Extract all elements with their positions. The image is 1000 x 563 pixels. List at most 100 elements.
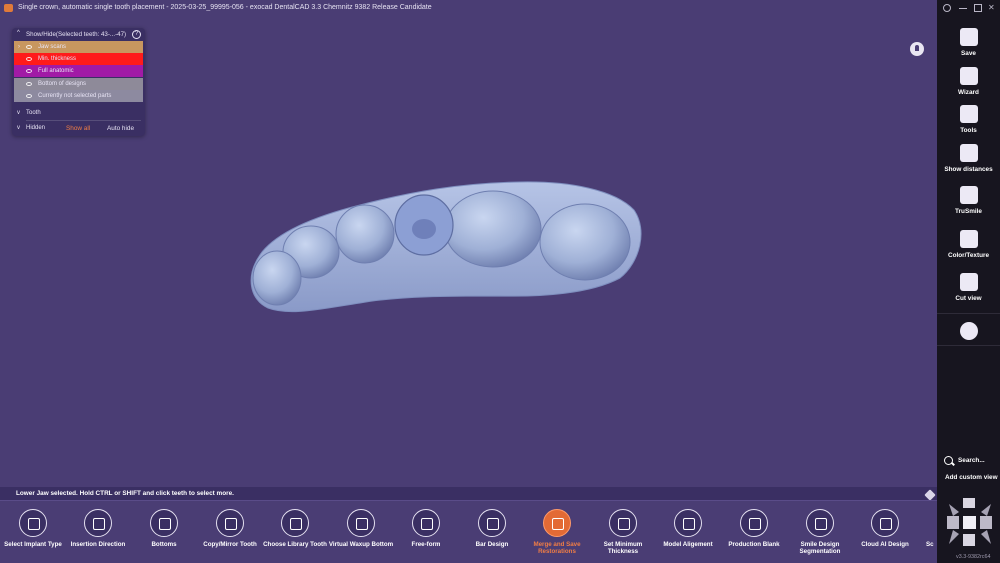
tools-icon (960, 105, 978, 123)
tooth-42[interactable] (252, 250, 302, 306)
trusmile-button[interactable]: TruSmile (937, 186, 1000, 224)
freeform-icon (412, 509, 440, 537)
search-icon[interactable] (944, 456, 953, 465)
layer-label: Currently not selected parts (38, 93, 112, 99)
layer-label: Bottom of designs (38, 81, 87, 87)
eye-icon[interactable] (26, 82, 32, 86)
color-texture-icon (960, 230, 978, 248)
bottom-toolbar: Select Implant Type Insertion Direction … (0, 500, 937, 563)
window-title: Single crown, automatic single tooth pla… (18, 4, 432, 11)
merge-icon (543, 509, 571, 537)
tool-cloud-ai-design[interactable]: Cloud AI Design (852, 507, 918, 563)
divider (937, 313, 1000, 314)
wizard-button[interactable]: Wizard (937, 67, 1000, 105)
tool-label: Copy/Mirror Tooth (203, 541, 257, 548)
view-cube-bottom[interactable] (963, 534, 975, 546)
layer-not-selected-parts[interactable]: Currently not selected parts (14, 90, 143, 102)
distances-icon (960, 144, 978, 162)
view-cube-front[interactable] (963, 516, 976, 529)
blank-icon (740, 509, 768, 537)
save-button[interactable]: Save (937, 28, 1000, 66)
cut-view-button[interactable]: Cut view (937, 273, 1000, 311)
tool-virtual-waxup-bottom[interactable]: Virtual Waxup Bottom (328, 507, 394, 563)
view-cube-corner[interactable] (981, 504, 991, 516)
insertion-icon (84, 509, 112, 537)
show-distances-button[interactable]: Show distances (937, 144, 1000, 182)
status-bar: Lower Jaw selected. Hold CTRL or SHIFT a… (0, 487, 937, 500)
layer-jaw-scans[interactable]: › Jaw scans (14, 41, 143, 53)
tool-label: Bottoms (151, 541, 177, 548)
tool-label: Smile Design Segmentation (799, 541, 841, 555)
divider (26, 120, 141, 121)
tool-label: Production Blank (728, 541, 780, 548)
eye-icon[interactable] (26, 94, 32, 98)
view-cube-left[interactable] (947, 516, 959, 529)
title-bar: Single crown, automatic single tooth pla… (0, 0, 937, 16)
tool-label: Free-form (411, 541, 441, 548)
tooth-47[interactable] (539, 203, 631, 281)
layer-full-anatomic[interactable]: Full anatomic (14, 65, 143, 77)
view-cube-top[interactable] (963, 498, 975, 508)
help-icon[interactable]: ? (132, 30, 141, 39)
tool-free-form[interactable]: Free-form (393, 507, 459, 563)
tool-bottoms[interactable]: Bottoms (131, 507, 197, 563)
color-texture-button[interactable]: Color/Texture (937, 230, 1000, 268)
show-all-link[interactable]: Show all (66, 125, 90, 132)
tool-label: Bar Design (475, 541, 509, 548)
chevron-down-icon[interactable]: v (17, 110, 20, 116)
panel-header[interactable]: ^ Show/Hide(Selected teeth: 43-...-47) ? (12, 28, 145, 40)
add-custom-view-button[interactable]: Add custom view (945, 474, 998, 481)
tool-insertion-direction[interactable]: Insertion Direction (65, 507, 131, 563)
tooth-section-label[interactable]: Tooth (26, 110, 41, 116)
tool-label: Set Minimum Thickness (603, 541, 643, 555)
auto-hide-link[interactable]: Auto hide (107, 125, 134, 132)
close-icon[interactable]: ✕ (988, 4, 996, 12)
notification-bell-icon[interactable] (910, 42, 924, 56)
app-logo-icon (4, 4, 13, 12)
tool-partial-label[interactable]: Sc (926, 541, 934, 548)
minimize-icon[interactable] (959, 8, 967, 9)
tool-smile-design-segmentation[interactable]: Smile Design Segmentation (787, 507, 853, 563)
view-cube-corner[interactable] (981, 530, 991, 544)
status-message: Lower Jaw selected. Hold CTRL or SHIFT a… (16, 490, 234, 497)
tool-select-implant-type[interactable]: Select Implant Type (0, 507, 66, 563)
restore-icon[interactable] (974, 4, 982, 12)
library-icon (281, 509, 309, 537)
layer-bottom-of-designs[interactable]: Bottom of designs (14, 78, 143, 90)
view-cube-corner[interactable] (949, 504, 959, 516)
eye-icon[interactable] (26, 57, 32, 61)
tool-production-blank[interactable]: Production Blank (721, 507, 787, 563)
view-cube-right[interactable] (980, 516, 992, 529)
mirror-icon (216, 509, 244, 537)
tooth-46[interactable] (444, 190, 542, 268)
view-cube-icon[interactable] (943, 496, 997, 548)
tool-label: Cloud AI Design (861, 541, 909, 548)
tool-model-alignment[interactable]: Model Aligement (655, 507, 721, 563)
divider (937, 345, 1000, 346)
tool-set-minimum-thickness[interactable]: Set Minimum Thickness (590, 507, 656, 563)
chevron-down-icon[interactable]: v (17, 125, 20, 131)
view-cube-corner[interactable] (949, 530, 959, 544)
thickness-icon (609, 509, 637, 537)
search-button[interactable]: Search... (958, 457, 985, 464)
user-icon[interactable] (943, 4, 951, 12)
eye-icon[interactable] (26, 45, 32, 49)
wizard-icon (960, 67, 978, 85)
cloud-connection-button[interactable] (937, 322, 1000, 342)
eye-icon[interactable] (26, 69, 32, 73)
wizard-label: Wizard (958, 89, 979, 96)
chevron-right-icon[interactable]: › (18, 41, 20, 53)
smile-icon (806, 509, 834, 537)
tools-button[interactable]: Tools (937, 105, 1000, 143)
tooth-44[interactable] (335, 204, 395, 264)
save-label: Save (961, 50, 976, 57)
tool-copy-mirror-tooth[interactable]: Copy/Mirror Tooth (197, 507, 263, 563)
layer-min-thickness[interactable]: Min. thickness (14, 53, 143, 65)
tool-bar-design[interactable]: Bar Design (459, 507, 525, 563)
chevron-up-icon[interactable]: ^ (17, 30, 20, 36)
hidden-section-label[interactable]: Hidden (26, 125, 45, 131)
tool-choose-library-tooth[interactable]: Choose Library Tooth (262, 507, 328, 563)
show-hide-panel: ^ Show/Hide(Selected teeth: 43-...-47) ?… (12, 28, 145, 136)
tool-label: Merge and Save Restorations (533, 541, 581, 555)
tool-merge-and-save-restorations[interactable]: Merge and Save Restorations (524, 507, 590, 563)
